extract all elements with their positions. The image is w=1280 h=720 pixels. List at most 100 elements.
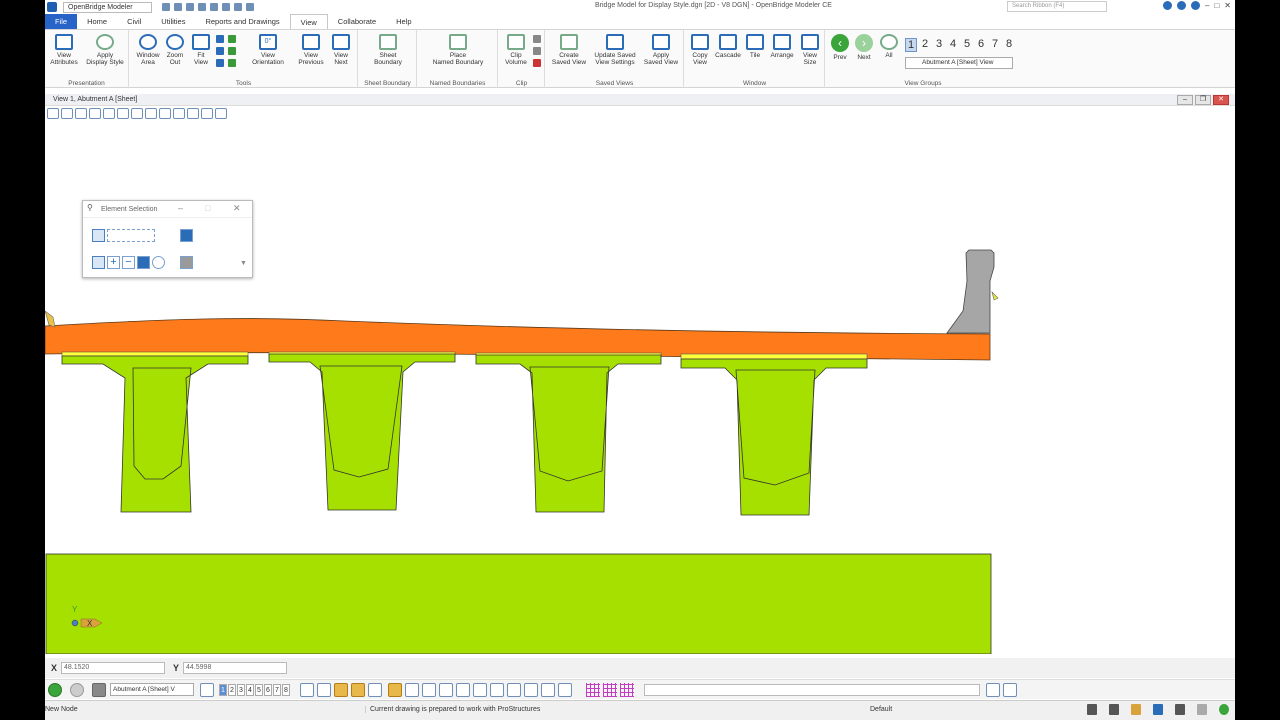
settings-icon[interactable] (161, 3, 170, 11)
grid-icon[interactable] (586, 682, 600, 697)
view-toggle-1[interactable]: 1 (905, 38, 917, 52)
individual-selection-icon[interactable] (92, 229, 105, 242)
snap-settings-icon[interactable] (558, 682, 572, 697)
update-saved-view-button[interactable]: Update Saved View Settings (590, 34, 640, 66)
grid-lock-icon[interactable] (603, 682, 617, 697)
copy-view-icon[interactable] (187, 108, 199, 119)
tab-civil[interactable]: Civil (117, 14, 151, 29)
view-toggle-7[interactable]: 7 (989, 38, 1001, 52)
view-toggle-8[interactable]: 8 (1003, 38, 1015, 52)
bottom-view-6[interactable]: 6 (264, 683, 272, 696)
snap-origin-icon[interactable] (405, 682, 419, 697)
pan-view-icon[interactable] (145, 108, 157, 119)
rotate-view-icon[interactable] (216, 35, 224, 43)
sheet-boundary-button[interactable]: Sheet Boundary (365, 34, 411, 66)
place-named-boundary-button[interactable]: Place Named Boundary (422, 34, 494, 66)
save-icon[interactable] (185, 3, 194, 11)
chevron-down-icon[interactable]: ▼ (240, 260, 247, 267)
camera-icon[interactable] (215, 108, 227, 119)
window-area-icon[interactable] (103, 108, 115, 119)
fit-view-icon[interactable] (117, 108, 129, 119)
view-toggle-6[interactable]: 6 (975, 38, 987, 52)
grid-settings-icon[interactable] (620, 682, 634, 697)
bottom-view-3[interactable]: 3 (237, 683, 245, 696)
create-saved-view-button[interactable]: Create Saved View (548, 34, 590, 66)
next-view-group-button[interactable]: › Next (852, 34, 876, 61)
snap-center-icon[interactable] (368, 682, 382, 697)
view-toggle-4[interactable]: 4 (947, 38, 959, 52)
fit-view-button[interactable]: Fit View (188, 34, 214, 66)
restore-view-icon[interactable]: ❐ (1195, 95, 1211, 105)
bottom-view-2[interactable]: 2 (228, 683, 236, 696)
tab-collaborate[interactable]: Collaborate (328, 14, 386, 29)
tab-reports-and-drawings[interactable]: Reports and Drawings (195, 14, 289, 29)
tile-button[interactable]: Tile (743, 34, 767, 59)
view-next-icon[interactable] (173, 108, 185, 119)
saved-view-icon[interactable] (92, 682, 106, 697)
new-selection-icon[interactable] (92, 256, 105, 269)
snap-faceted-icon[interactable] (541, 682, 555, 697)
zoom-out-button[interactable]: Zoom Out (162, 34, 188, 66)
help-icon[interactable] (1177, 1, 1186, 10)
apply-saved-view-button[interactable]: Apply Saved View (640, 34, 682, 66)
active-level[interactable]: Default (870, 706, 892, 713)
view-previous-icon[interactable] (159, 108, 171, 119)
window-area-button[interactable]: Window Area (134, 34, 162, 66)
camera-icon[interactable] (228, 47, 236, 55)
rotate-view-icon[interactable] (131, 108, 143, 119)
view-attributes-icon[interactable] (47, 108, 59, 119)
home-icon[interactable] (1131, 704, 1141, 715)
y-coordinate-input[interactable]: 44.5998 (183, 662, 288, 674)
selection-icon[interactable] (233, 3, 242, 11)
filter-icon[interactable] (1003, 682, 1017, 697)
save-icon[interactable] (1087, 704, 1097, 715)
snap-intersection-icon[interactable] (334, 682, 348, 697)
select-all-icon[interactable] (152, 256, 165, 269)
command-select[interactable] (644, 683, 980, 696)
user-avatar[interactable] (1191, 1, 1200, 10)
view-size-button[interactable]: View Size (797, 34, 823, 66)
invert-selection-icon[interactable] (137, 256, 150, 269)
workflow-select[interactable]: OpenBridge Modeler (63, 1, 152, 13)
bottom-view-7[interactable]: 7 (273, 683, 281, 696)
snap-bisector-icon[interactable] (422, 682, 436, 697)
minimize-icon[interactable]: – (1205, 1, 1209, 10)
clip-front-icon[interactable] (533, 35, 541, 43)
view-attributes-button[interactable]: View Attributes (47, 34, 81, 66)
minimize-icon[interactable]: – (178, 203, 183, 213)
bottom-view-4[interactable]: 4 (246, 683, 254, 696)
bottom-view-1[interactable]: 1 (219, 683, 227, 696)
maximize-icon[interactable]: □ (1214, 1, 1219, 10)
forward-icon[interactable] (70, 682, 84, 697)
snap-perpendicular-icon[interactable] (439, 682, 453, 697)
subtract-selection-icon[interactable]: − (122, 256, 135, 269)
snap-multi-icon[interactable] (524, 682, 538, 697)
clip-clear-icon[interactable] (533, 59, 541, 67)
clear-selection-icon[interactable] (180, 229, 193, 242)
message-center-icon[interactable] (1197, 704, 1207, 715)
arrange-button[interactable]: Arrange (767, 34, 797, 59)
minimize-view-icon[interactable]: – (1177, 95, 1193, 105)
view-cube-icon[interactable] (228, 35, 236, 43)
bottom-view-8[interactable]: 8 (282, 683, 290, 696)
view-orientation-button[interactable]: 0° View Orientation (244, 34, 292, 66)
look-icon[interactable] (228, 59, 236, 67)
sync-icon[interactable] (1219, 704, 1229, 715)
tool-settings-icon[interactable] (986, 682, 1000, 697)
add-selection-icon[interactable]: + (107, 256, 120, 269)
apply-display-style-button[interactable]: Apply Display Style (83, 34, 127, 66)
tab-view[interactable]: View (289, 14, 328, 29)
snap-midpoint-icon[interactable] (351, 682, 365, 697)
view-select[interactable]: Abutment A [Sheet] V (110, 683, 194, 696)
new-file-icon[interactable] (173, 3, 182, 11)
view-next-button[interactable]: View Next (326, 34, 356, 66)
zoom-out-icon[interactable] (89, 108, 101, 119)
copy-view-button[interactable]: Copy View (687, 34, 713, 66)
close-view-icon[interactable]: ✕ (1213, 95, 1229, 105)
snap-keypoint-icon[interactable] (317, 682, 331, 697)
document-icon[interactable] (1109, 704, 1119, 715)
print-icon[interactable] (197, 3, 206, 11)
tab-utilities[interactable]: Utilities (151, 14, 195, 29)
snap-mode-icon[interactable] (388, 682, 402, 697)
snap-parallel-icon[interactable] (490, 682, 504, 697)
